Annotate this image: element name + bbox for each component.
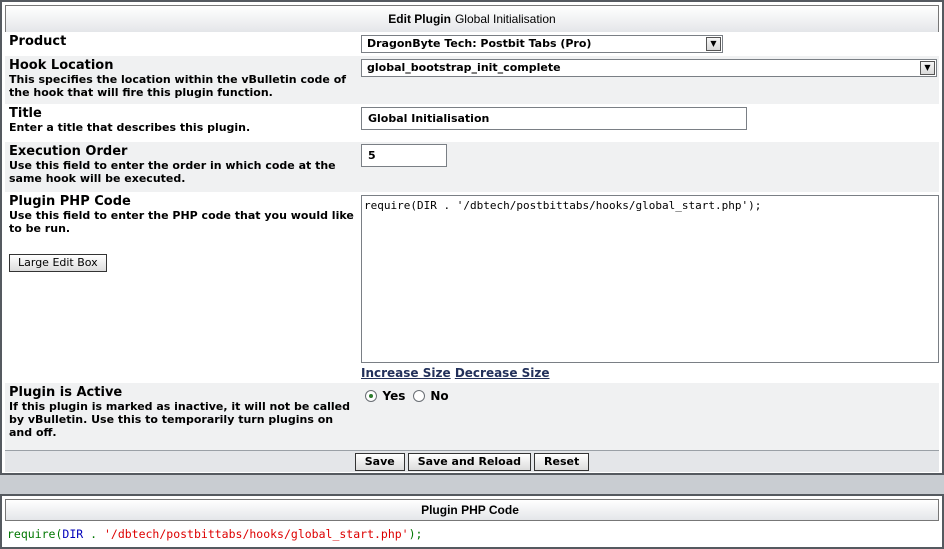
title-label: Title — [9, 106, 42, 121]
execution-order-input[interactable]: 5 — [361, 144, 447, 167]
hook-location-label: Hook Location — [9, 58, 114, 73]
chevron-down-icon[interactable]: ▼ — [920, 61, 935, 75]
size-links: Increase Size Decrease Size — [361, 366, 939, 380]
reset-button[interactable]: Reset — [534, 452, 590, 471]
php-code-preview: require(DIR . '/dbtech/postbittabs/hooks… — [7, 527, 422, 541]
php-code-preview-panel: Plugin PHP Code require(DIR . '/dbtech/p… — [0, 494, 944, 549]
execution-order-row: Execution Order Use this field to enter … — [5, 142, 939, 192]
hook-location-row: Hook Location This specifies the locatio… — [5, 56, 939, 104]
code-close: ); — [408, 527, 423, 541]
php-code-label: Plugin PHP Code — [9, 194, 131, 209]
title-input[interactable]: Global Initialisation — [361, 107, 747, 130]
hook-location-description: This specifies the location within the v… — [9, 73, 347, 99]
header-plugin-name: Global Initialisation — [454, 12, 556, 26]
decrease-size-link[interactable]: Decrease Size — [455, 366, 550, 380]
php-code-preview-header: Plugin PHP Code — [5, 499, 939, 521]
product-select[interactable]: DragonByte Tech: Postbit Tabs (Pro) ▼ — [361, 35, 723, 53]
product-row: Product DragonByte Tech: Postbit Tabs (P… — [5, 32, 939, 56]
chevron-down-icon[interactable]: ▼ — [706, 37, 721, 51]
increase-size-link[interactable]: Increase Size — [361, 366, 451, 380]
execution-order-description: Use this field to enter the order in whi… — [9, 159, 336, 185]
code-constant: DIR — [62, 527, 84, 541]
hook-location-select[interactable]: global_bootstrap_init_complete ▼ — [361, 59, 937, 77]
plugin-active-label: Plugin is Active — [9, 385, 123, 400]
form-buttons: Save Save and Reload Reset — [5, 450, 939, 472]
execution-order-label: Execution Order — [9, 144, 128, 159]
edit-plugin-panel: Edit Plugin Global Initialisation Produc… — [0, 0, 944, 475]
product-label: Product — [9, 34, 67, 49]
code-function: require — [7, 527, 56, 541]
php-code-description: Use this field to enter the PHP code tha… — [9, 209, 354, 235]
active-yes-label[interactable]: Yes — [383, 389, 406, 403]
active-no-label[interactable]: No — [430, 389, 448, 403]
php-code-textarea[interactable]: require(DIR . '/dbtech/postbittabs/hooks… — [361, 195, 939, 363]
product-select-value: DragonByte Tech: Postbit Tabs (Pro) — [367, 37, 592, 50]
active-yes-radio[interactable] — [365, 390, 377, 402]
plugin-active-row: Plugin is Active If this plugin is marke… — [5, 383, 939, 450]
php-code-row: Plugin PHP Code Use this field to enter … — [5, 192, 939, 383]
title-row: Title Enter a title that describes this … — [5, 104, 939, 142]
title-description: Enter a title that describes this plugin… — [9, 121, 251, 134]
code-dot: . — [83, 527, 104, 541]
edit-plugin-header: Edit Plugin Global Initialisation — [5, 5, 939, 33]
hook-location-select-value: global_bootstrap_init_complete — [367, 61, 561, 74]
save-and-reload-button[interactable]: Save and Reload — [407, 452, 532, 471]
php-code-preview-title: Plugin PHP Code — [421, 503, 519, 517]
active-no-radio[interactable] — [412, 390, 425, 402]
plugin-active-description: If this plugin is marked as inactive, it… — [9, 400, 350, 439]
code-string: '/dbtech/postbittabs/hooks/global_start.… — [103, 527, 409, 541]
save-button[interactable]: Save — [354, 452, 405, 471]
large-edit-box-button[interactable]: Large Edit Box — [9, 254, 107, 272]
header-title: Edit Plugin — [388, 12, 451, 26]
